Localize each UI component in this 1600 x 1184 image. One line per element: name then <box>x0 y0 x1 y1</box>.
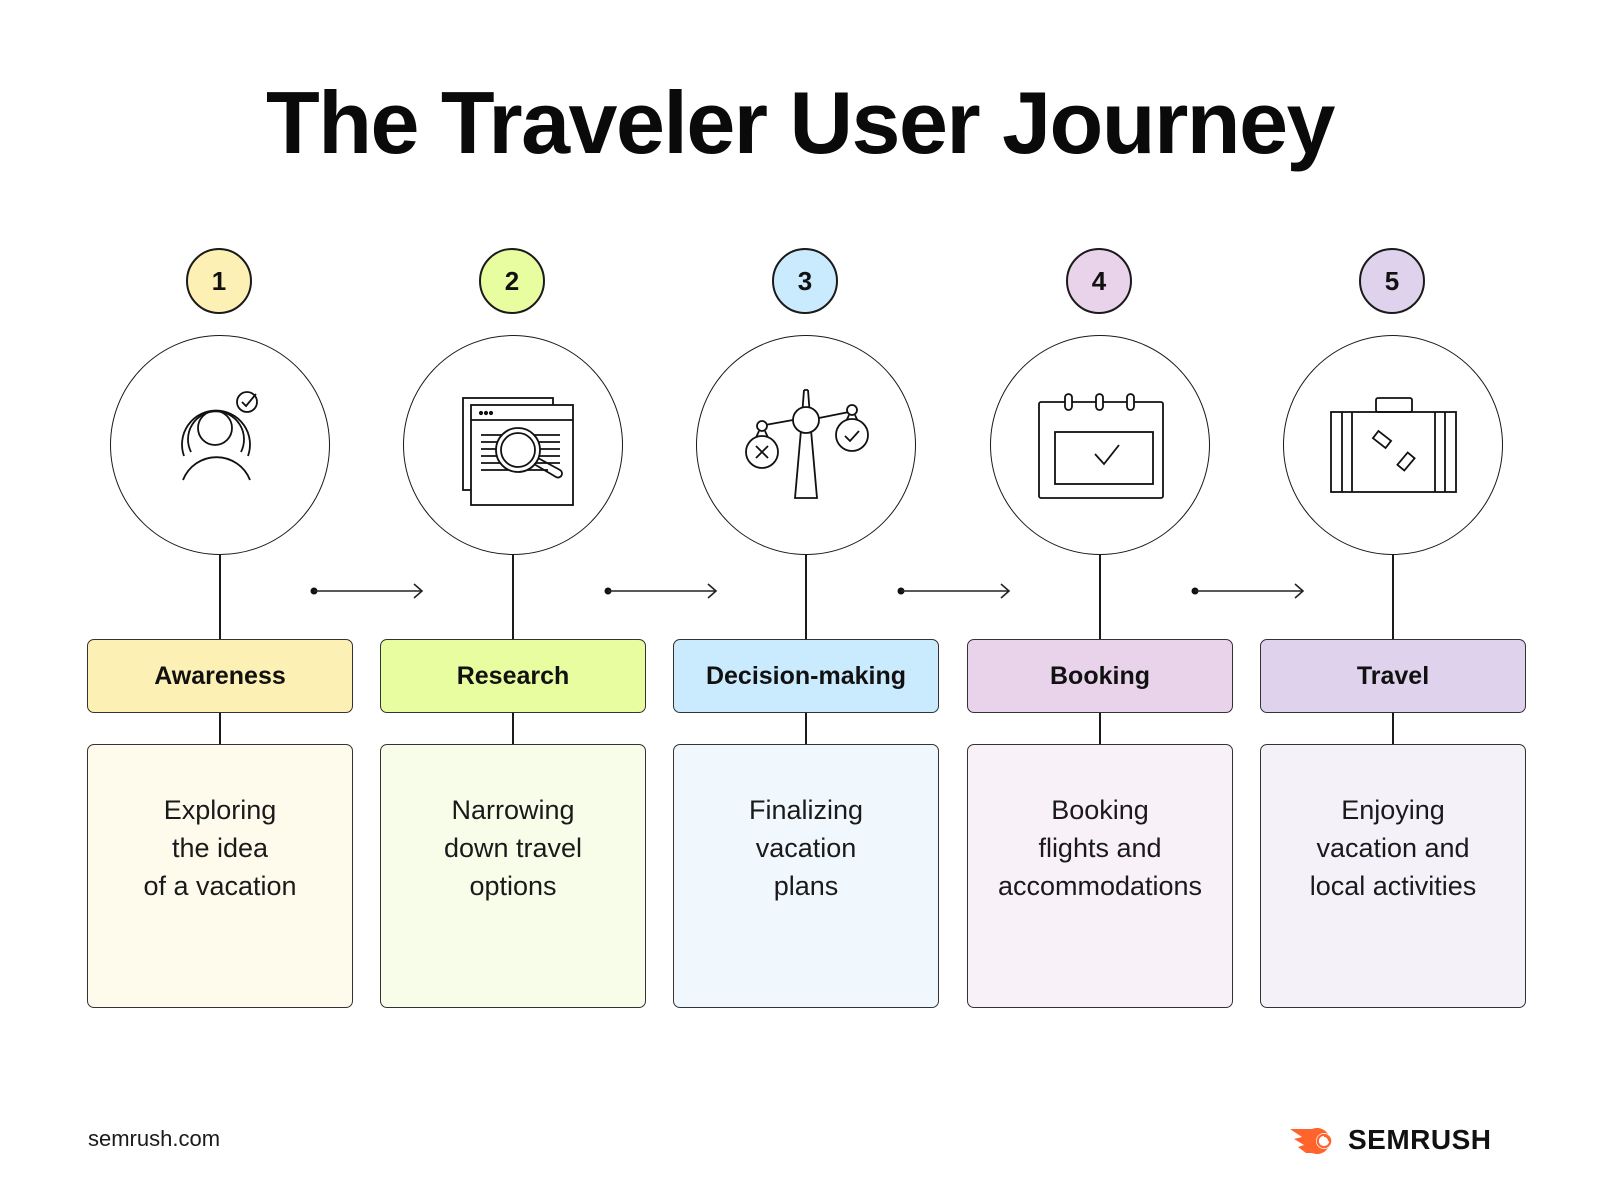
step-number-badge: 4 <box>1066 248 1132 314</box>
step-number-badge: 5 <box>1359 248 1425 314</box>
description-line: Finalizing <box>748 795 864 825</box>
connector-line <box>805 713 807 744</box>
stage-label: Travel <box>1260 639 1526 713</box>
description-line: accommodations <box>997 871 1203 901</box>
connector-line <box>512 555 514 639</box>
balance-scale-icon <box>745 389 869 499</box>
connector-line <box>1392 713 1394 744</box>
stage-label: Decision-making <box>673 639 939 713</box>
stage-description: Enjoying vacation and local activities <box>1260 744 1526 1008</box>
description-line: options <box>469 871 557 901</box>
description-line: plans <box>773 871 839 901</box>
footer-url: semrush.com <box>88 1126 221 1151</box>
stage-label: Research <box>380 639 646 713</box>
description-line: vacation <box>755 833 857 863</box>
stage-description: Finalizing vacation plans <box>673 744 939 1008</box>
description-line: local activities <box>1309 871 1477 901</box>
connector-line <box>219 555 221 639</box>
description-line: the idea <box>171 833 269 863</box>
description-line: Narrowing <box>451 795 575 825</box>
connector-line <box>219 713 221 744</box>
icon-circle <box>403 335 623 555</box>
connector-line <box>805 555 807 639</box>
semrush-comet-icon <box>1290 1128 1332 1154</box>
step-number-badge: 1 <box>186 248 252 314</box>
description-line: of a vacation <box>143 871 297 901</box>
person-radar-check-icon <box>181 391 258 481</box>
connector-line <box>1099 555 1101 639</box>
stage-description: Narrowing down travel options <box>380 744 646 1008</box>
description-line: Exploring <box>163 795 277 825</box>
stage-label: Booking <box>967 639 1233 713</box>
suitcase-icon <box>1330 397 1457 493</box>
icon-circle <box>110 335 330 555</box>
stage-description: Booking flights and accommodations <box>967 744 1233 1008</box>
connector-line <box>1099 713 1101 744</box>
browser-magnifier-icon <box>462 397 574 506</box>
arrow-right-icon <box>310 583 424 599</box>
description-line: down travel <box>443 833 583 863</box>
connector-line <box>1392 555 1394 639</box>
description-line: vacation and <box>1316 833 1470 863</box>
icon-circle <box>990 335 1210 555</box>
arrow-right-icon <box>1191 583 1305 599</box>
description-line: flights and <box>1038 833 1162 863</box>
semrush-logo: SEMRUSH <box>1290 1124 1492 1155</box>
calendar-check-icon <box>1038 393 1164 499</box>
description-line: Enjoying <box>1341 795 1445 825</box>
arrow-right-icon <box>897 583 1011 599</box>
icon-circle <box>1283 335 1503 555</box>
brand-name: SEMRUSH <box>1348 1124 1492 1155</box>
stage-description: Exploring the idea of a vacation <box>87 744 353 1008</box>
step-number-badge: 2 <box>479 248 545 314</box>
description-line: Booking <box>1051 795 1149 825</box>
step-number-badge: 3 <box>772 248 838 314</box>
stage-label: Awareness <box>87 639 353 713</box>
icon-circle <box>696 335 916 555</box>
arrow-right-icon <box>604 583 718 599</box>
connector-line <box>512 713 514 744</box>
